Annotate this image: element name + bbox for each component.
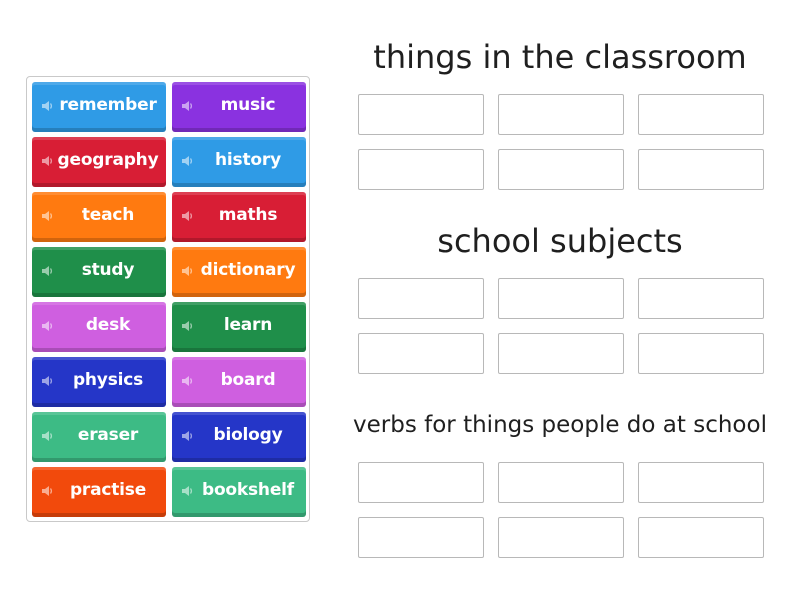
word-tile-remember[interactable]: remember [32,82,166,132]
word-tile-teach[interactable]: teach [32,192,166,242]
drop-slot-subjects-5[interactable] [498,333,624,374]
drop-slot-subjects-1[interactable] [358,278,484,319]
drop-slot-subjects-4[interactable] [358,333,484,374]
tile-label: geography [57,150,159,170]
tile-label: remember [59,95,157,115]
drop-slot-verbs-1[interactable] [358,462,484,503]
speaker-icon[interactable] [181,319,193,333]
group-title-verbs: verbs for things people do at school [353,412,767,438]
word-tile-dictionary[interactable]: dictionary [172,247,306,297]
drop-slot-classroom-5[interactable] [498,149,624,190]
drop-slot-verbs-5[interactable] [498,517,624,558]
drop-slot-verbs-3[interactable] [638,462,764,503]
group-title-classroom: things in the classroom [373,38,747,76]
speaker-icon[interactable] [41,429,53,443]
drop-slot-subjects-6[interactable] [638,333,764,374]
word-tile-learn[interactable]: learn [172,302,306,352]
drop-slot-classroom-2[interactable] [498,94,624,135]
tile-label: dictionary [200,260,296,280]
group-title-subjects: school subjects [437,222,683,260]
drop-slot-classroom-6[interactable] [638,149,764,190]
word-tile-history[interactable]: history [172,137,306,187]
tile-label: practise [69,480,147,500]
speaker-icon[interactable] [181,374,193,388]
word-tile-desk[interactable]: desk [32,302,166,352]
speaker-icon[interactable] [181,484,193,498]
word-tile-music[interactable]: music [172,82,306,132]
tile-label: eraser [77,425,139,445]
word-tray: remember music geography history teach maths s… [26,76,310,522]
tile-label: maths [218,205,278,225]
tile-label: physics [72,370,144,390]
word-tile-study[interactable]: study [32,247,166,297]
drop-slot-classroom-3[interactable] [638,94,764,135]
speaker-icon[interactable] [181,264,193,278]
speaker-icon[interactable] [41,484,53,498]
drop-slot-classroom-1[interactable] [358,94,484,135]
tile-label: biology [213,425,283,445]
tile-label: study [81,260,135,280]
tile-label: bookshelf [201,480,294,500]
drop-slot-subjects-3[interactable] [638,278,764,319]
speaker-icon[interactable] [41,319,53,333]
speaker-icon[interactable] [181,429,193,443]
drop-slot-verbs-2[interactable] [498,462,624,503]
tile-label: history [215,150,281,170]
tile-label: music [220,95,276,115]
word-tile-board[interactable]: board [172,357,306,407]
word-tile-physics[interactable]: physics [32,357,166,407]
speaker-icon[interactable] [41,264,53,278]
drop-slot-verbs-6[interactable] [638,517,764,558]
tile-label: learn [223,315,273,335]
speaker-icon[interactable] [181,209,193,223]
word-tile-eraser[interactable]: eraser [32,412,166,462]
drop-slot-verbs-4[interactable] [358,517,484,558]
tile-label: desk [85,315,131,335]
word-tile-maths[interactable]: maths [172,192,306,242]
word-tile-practise[interactable]: practise [32,467,166,517]
speaker-icon[interactable] [181,99,193,113]
word-tile-biology[interactable]: biology [172,412,306,462]
speaker-icon[interactable] [181,154,193,168]
tile-label: board [220,370,276,390]
drop-slot-classroom-4[interactable] [358,149,484,190]
speaker-icon[interactable] [41,154,53,168]
speaker-icon[interactable] [41,374,53,388]
word-tile-geography[interactable]: geography [32,137,166,187]
tile-label: teach [81,205,135,225]
speaker-icon[interactable] [41,99,53,113]
drop-slot-subjects-2[interactable] [498,278,624,319]
speaker-icon[interactable] [41,209,53,223]
word-tile-bookshelf[interactable]: bookshelf [172,467,306,517]
